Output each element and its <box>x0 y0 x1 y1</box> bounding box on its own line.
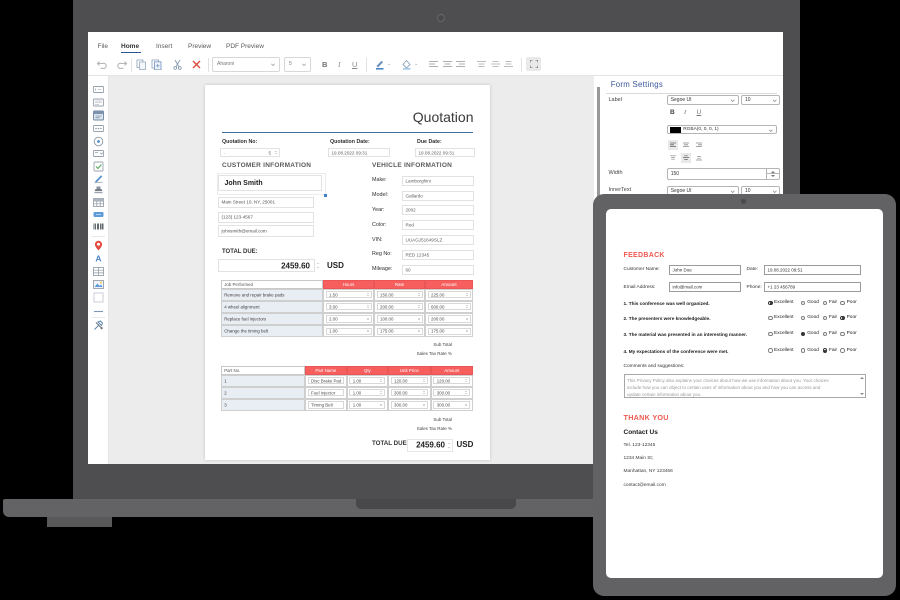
svg-text:A: A <box>95 253 101 263</box>
